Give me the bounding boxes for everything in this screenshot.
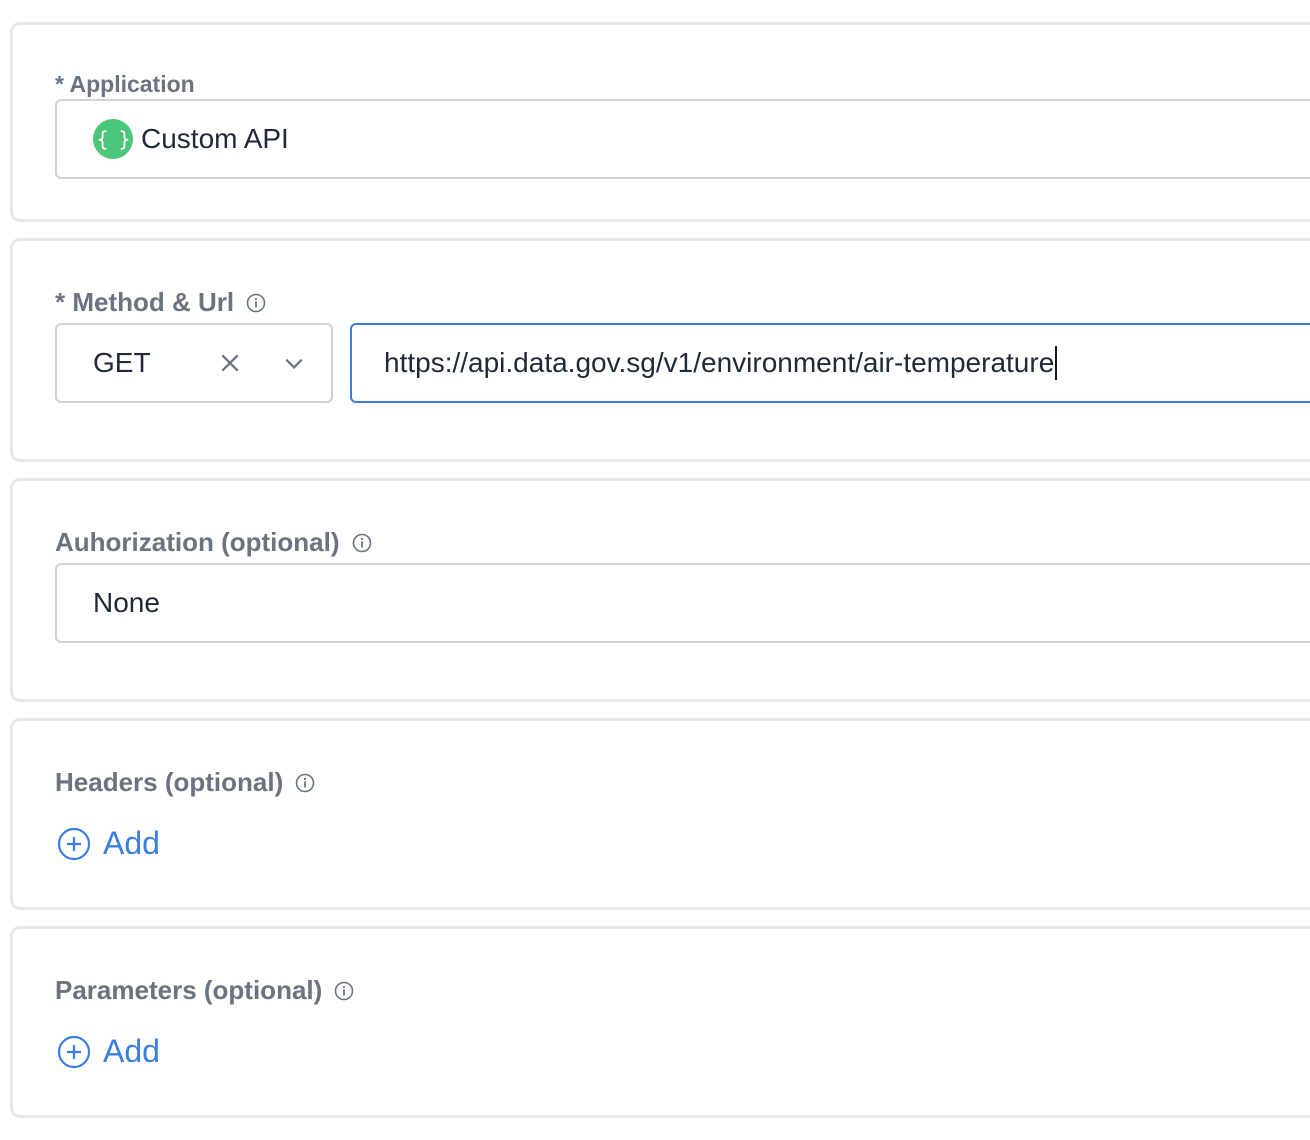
parameters-label: Parameters (optional) <box>55 975 354 1006</box>
headers-label-text: Headers (optional) <box>55 767 284 797</box>
method-value: GET <box>93 347 151 378</box>
application-label: * Application <box>55 71 195 98</box>
application-select[interactable]: { } Custom API <box>55 99 1310 179</box>
parameters-card: Parameters (optional) Add <box>10 926 1310 1118</box>
application-label-text: * Application <box>55 71 195 97</box>
application-card: * Application { } Custom API <box>10 22 1310 222</box>
headers-card: Headers (optional) Add <box>10 718 1310 910</box>
authorization-card: Auhorization (optional) None <box>10 478 1310 702</box>
authorization-label: Auhorization (optional) <box>55 527 372 558</box>
url-value: https://api.data.gov.sg/v1/environment/a… <box>384 347 1055 378</box>
info-icon[interactable] <box>295 773 315 793</box>
method-url-card: * Method & Url GET https://api.data.gov.… <box>10 238 1310 462</box>
info-icon[interactable] <box>352 533 372 553</box>
app-icon-glyph: { } <box>96 127 130 151</box>
custom-api-braces-icon: { } <box>93 119 133 159</box>
info-icon[interactable] <box>246 293 266 313</box>
parameters-label-text: Parameters (optional) <box>55 975 323 1005</box>
headers-label: Headers (optional) <box>55 767 315 798</box>
plus-circle-icon <box>57 827 91 860</box>
clear-icon[interactable] <box>219 352 241 374</box>
method-select[interactable]: GET <box>55 323 333 403</box>
authorization-select[interactable]: None <box>55 563 1310 643</box>
add-header-button[interactable]: Add <box>57 825 160 862</box>
info-icon[interactable] <box>334 981 354 1001</box>
chevron-down-icon[interactable] <box>283 352 305 374</box>
url-input[interactable]: https://api.data.gov.sg/v1/environment/a… <box>350 323 1310 403</box>
add-header-label: Add <box>103 825 160 861</box>
method-url-label-text: * Method & Url <box>55 287 235 317</box>
add-parameter-button[interactable]: Add <box>57 1033 160 1070</box>
text-caret <box>1055 346 1058 380</box>
authorization-label-text: Auhorization (optional) <box>55 527 340 557</box>
plus-circle-icon <box>57 1035 91 1068</box>
add-parameter-label: Add <box>103 1033 160 1069</box>
application-value: Custom API <box>141 123 289 154</box>
method-url-label: * Method & Url <box>55 287 266 318</box>
authorization-value: None <box>93 587 160 618</box>
